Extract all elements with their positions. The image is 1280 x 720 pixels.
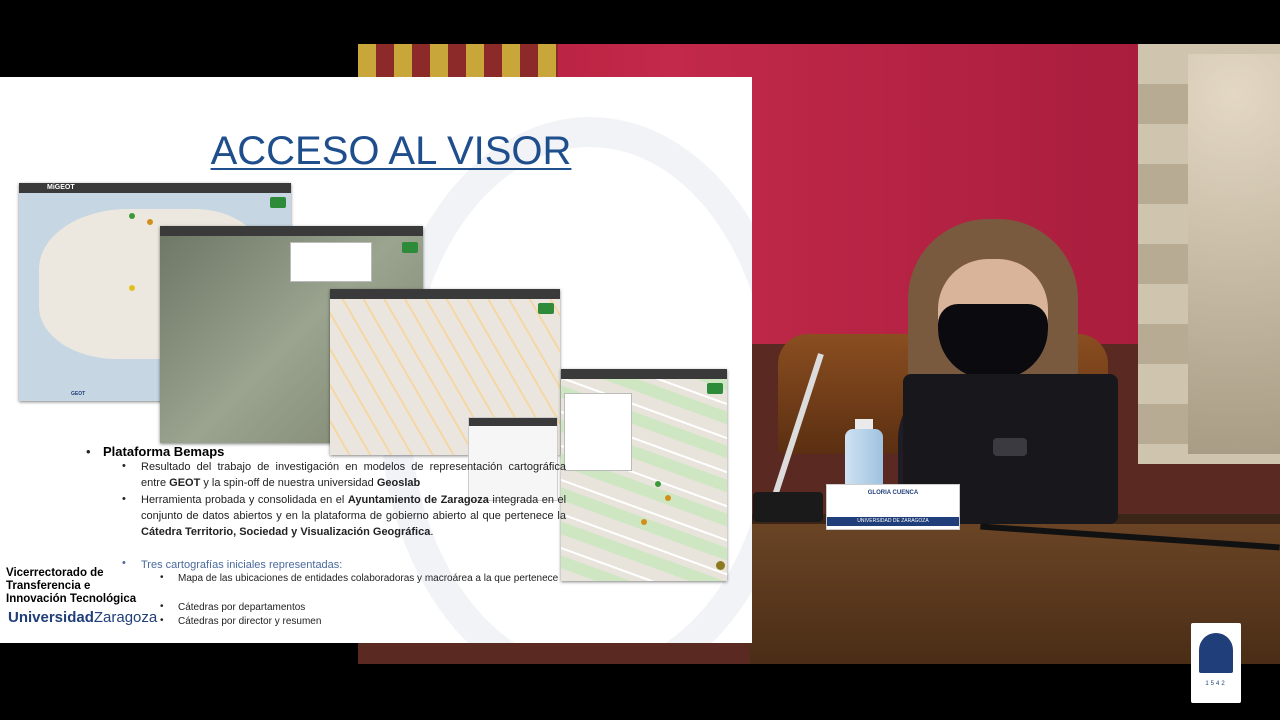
org-line: Vicerrectorado de — [6, 567, 104, 579]
nameplate: GLORIA CUENCA UNIVERSIDAD DE ZARAGOZA — [826, 484, 960, 530]
bullet-research: Resultado del trabajo de investigación e… — [141, 459, 566, 491]
bullet-icon: • — [122, 493, 126, 505]
laptop-logo-icon — [993, 438, 1027, 456]
nameplate-name: GLORIA CUENCA — [867, 490, 919, 496]
bullet-title: Plataforma Bemaps — [103, 444, 225, 459]
vicerrectorado-label: Vicerrectorado de Transferencia e Innova… — [6, 567, 156, 606]
bullet-tool: Herramienta probada y consolidada en el … — [141, 492, 566, 540]
logo-text: Zaragoza — [93, 609, 158, 626]
org-line: Innovación Tecnológica — [6, 593, 137, 605]
presentation-slide: ACCESO AL VISOR MiGEOT GEOT • Plataforma… — [0, 77, 752, 643]
bullet-icon: • — [122, 460, 126, 472]
bullet-icon: • — [160, 615, 164, 626]
crest-year: 1542 — [1205, 681, 1227, 687]
crest-arch-icon — [1199, 633, 1233, 673]
logo-text: Universidad — [8, 609, 94, 626]
bullet-icon: • — [86, 444, 91, 459]
bold-text: GEOT — [169, 477, 201, 489]
microphone-base — [753, 492, 823, 522]
university-logo: UniversidadZaragoza — [8, 609, 157, 626]
slide-bullets: • Plataforma Bemaps • Resultado del trab… — [0, 77, 752, 643]
bullet-departments: Cátedras por departamentos — [178, 602, 306, 613]
bold-text: Cátedra Territorio, Sociedad y Visualiza… — [141, 526, 431, 538]
nameplate-university: UNIVERSIDAD DE ZARAGOZA — [827, 517, 959, 526]
university-crest-logo: 1542 — [1191, 623, 1241, 703]
bullet-maps: Tres cartografías iniciales representada… — [141, 559, 343, 571]
bold-text: Ayuntamiento de Zaragoza — [347, 494, 489, 506]
text: Herramienta probada y consolidada en el — [141, 494, 345, 506]
bullet-icon: • — [160, 601, 164, 612]
water-bottle — [845, 429, 883, 491]
bullet-director: Cátedras por director y resumen — [178, 616, 322, 627]
bold-text: Geoslab — [376, 477, 421, 489]
text: . — [430, 526, 434, 538]
pillar-relief — [1188, 54, 1280, 454]
bullet-map-entities: Mapa de las ubicaciones de entidades col… — [178, 573, 559, 584]
text: y la spin-off de nuestra universidad — [203, 477, 374, 489]
bullet-icon: • — [160, 572, 164, 583]
org-line: Transferencia e — [6, 580, 91, 592]
